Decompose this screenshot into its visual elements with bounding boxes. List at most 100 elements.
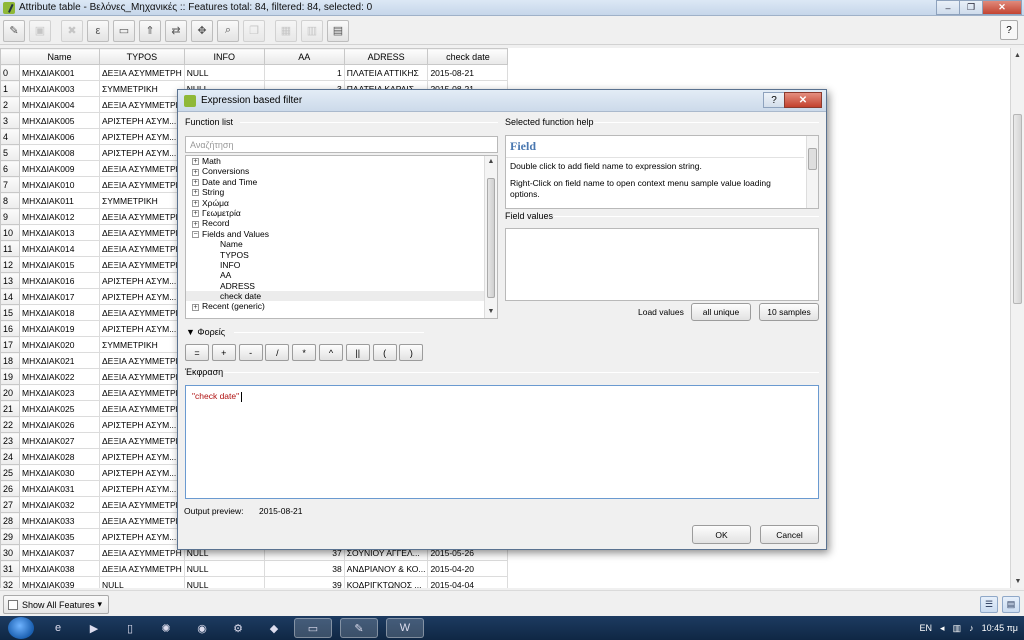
row-number[interactable]: 31 xyxy=(0,560,20,577)
cell-name[interactable]: ΜΗΧΔΙΑΚ028 xyxy=(19,448,100,465)
cell-typos[interactable]: ΔΕΞΙΑ ΑΣΥΜΜΕΤΡΗ xyxy=(99,432,185,449)
tree-field-item[interactable]: TYPOS xyxy=(186,250,497,260)
field-calculator-icon[interactable]: ▤ xyxy=(327,19,349,42)
cell-name[interactable]: ΜΗΧΔΙΑΚ013 xyxy=(19,224,100,241)
tree-group-item[interactable]: + Χρώμα xyxy=(186,198,497,208)
new-column-icon[interactable]: ▦ xyxy=(275,19,297,42)
row-number[interactable]: 32 xyxy=(0,576,20,588)
row-number[interactable]: 16 xyxy=(0,320,20,337)
operator-equals-button[interactable]: = xyxy=(185,344,209,361)
help-scrollbar[interactable] xyxy=(806,136,818,208)
tree-group-item[interactable]: + Γεωμετρία xyxy=(186,208,497,218)
show-all-features-button[interactable]: Show All Features ▾ xyxy=(3,595,110,614)
clock[interactable]: 10:45 πμ xyxy=(982,623,1018,633)
cell-name[interactable]: ΜΗΧΔΙΑΚ003 xyxy=(19,80,100,97)
row-number[interactable]: 17 xyxy=(0,336,20,353)
cell-check-date[interactable]: 2015-08-21 xyxy=(427,64,509,81)
cell-info[interactable]: NULL xyxy=(183,576,265,588)
cell-typos[interactable]: ΔΕΞΙΑ ΑΣΥΜΜΕΤΡΗ xyxy=(99,64,185,81)
scroll-down-arrow-icon[interactable]: ▼ xyxy=(1011,574,1024,588)
cell-name[interactable]: ΜΗΧΔΙΑΚ025 xyxy=(19,400,100,417)
row-number[interactable]: 22 xyxy=(0,416,20,433)
save-edits-icon[interactable]: ▣ xyxy=(29,19,51,42)
cell-typos[interactable]: ΑΡΙΣΤΕΡΗ ΑΣΥΜ... xyxy=(99,320,185,337)
collapse-icon[interactable]: − xyxy=(192,230,199,238)
row-number[interactable]: 25 xyxy=(0,464,20,481)
cell-typos[interactable]: ΔΕΞΙΑ ΑΣΥΜΜΕΤΡΗ xyxy=(99,400,185,417)
qgis-taskbar-icon[interactable]: ✎ xyxy=(340,618,378,638)
cell-name[interactable]: ΜΗΧΔΙΑΚ008 xyxy=(19,144,100,161)
cell-typos[interactable]: ΔΕΞΙΑ ΑΣΥΜΜΕΤΡΗ xyxy=(99,304,185,321)
cell-typos[interactable]: ΔΕΞΙΑ ΑΣΥΜΜΕΤΡΗ xyxy=(99,496,185,513)
delete-column-icon[interactable]: ▥ xyxy=(301,19,323,42)
cell-name[interactable]: ΜΗΧΔΙΑΚ012 xyxy=(19,208,100,225)
row-number[interactable]: 5 xyxy=(0,144,20,161)
row-number[interactable]: 1 xyxy=(0,80,20,97)
ten-samples-button[interactable]: 10 samples xyxy=(759,303,819,321)
tree-group-item[interactable]: + Recent (generic) xyxy=(186,301,497,311)
tree-group-item[interactable]: + Date and Time xyxy=(186,177,497,187)
row-number[interactable]: 2 xyxy=(0,96,20,113)
cell-typos[interactable]: ΣΥΜΜΕΤΡΙΚΗ xyxy=(99,336,185,353)
cell-typos[interactable]: ΔΕΞΙΑ ΑΣΥΜΜΕΤΡΗ xyxy=(99,368,185,385)
cell-name[interactable]: ΜΗΧΔΙΑΚ032 xyxy=(19,496,100,513)
start-button-icon[interactable] xyxy=(8,617,34,639)
cell-name[interactable]: ΜΗΧΔΙΑΚ011 xyxy=(19,192,100,209)
cell-typos[interactable]: ΣΥΜΜΕΤΡΙΚΗ xyxy=(99,192,185,209)
cell-name[interactable]: ΜΗΧΔΙΑΚ023 xyxy=(19,384,100,401)
gear-app-icon[interactable]: ⚙ xyxy=(226,618,250,638)
ok-button[interactable]: OK xyxy=(692,525,751,544)
tree-scroll-down-icon[interactable]: ▼ xyxy=(485,306,497,318)
tree-group-item[interactable]: + Record xyxy=(186,218,497,228)
cell-typos[interactable]: ΔΕΞΙΑ ΑΣΥΜΜΕΤΡΗ xyxy=(99,560,185,577)
cell-typos[interactable]: ΑΡΙΣΤΕΡΗ ΑΣΥΜ... xyxy=(99,448,185,465)
tree-field-item[interactable]: ADRESS xyxy=(186,281,497,291)
row-number[interactable]: 11 xyxy=(0,240,20,257)
row-number[interactable]: 12 xyxy=(0,256,20,273)
row-number[interactable]: 0 xyxy=(0,64,20,81)
help-button[interactable]: ? xyxy=(1000,20,1018,40)
cell-typos[interactable]: ΑΡΙΣΤΕΡΗ ΑΣΥΜ... xyxy=(99,464,185,481)
cell-typos[interactable]: ΔΕΞΙΑ ΑΣΥΜΜΕΤΡΗ xyxy=(99,176,185,193)
cell-typos[interactable]: ΑΡΙΣΤΕΡΗ ΑΣΥΜ... xyxy=(99,480,185,497)
close-button[interactable]: ✕ xyxy=(982,0,1022,15)
cell-name[interactable]: ΜΗΧΔΙΑΚ015 xyxy=(19,256,100,273)
cell-typos[interactable]: ΔΕΞΙΑ ΑΣΥΜΜΕΤΡΗ xyxy=(99,512,185,529)
operator-plus-button[interactable]: + xyxy=(211,344,236,361)
minimize-button[interactable]: – xyxy=(936,0,960,15)
pan-to-selection-icon[interactable]: ✥ xyxy=(191,19,213,42)
cell-adress[interactable]: ΚΟΔΡΙΓΚΤΩΝΟΣ ... xyxy=(343,576,429,588)
word-icon[interactable]: W xyxy=(386,618,424,638)
maximize-button[interactable]: ❐ xyxy=(959,0,983,15)
cell-typos[interactable]: ΔΕΞΙΑ ΑΣΥΜΜΕΤΡΗ xyxy=(99,224,185,241)
operator-close-paren-button[interactable]: ) xyxy=(399,344,424,361)
operators-label[interactable]: ▼ Φορείς xyxy=(186,327,225,337)
row-number[interactable]: 20 xyxy=(0,384,20,401)
cell-name[interactable]: ΜΗΧΔΙΑΚ021 xyxy=(19,352,100,369)
cell-aa[interactable]: 39 xyxy=(263,576,345,588)
cell-typos[interactable]: ΔΕΞΙΑ ΑΣΥΜΜΕΤΡΗ xyxy=(99,256,185,273)
function-search-input[interactable] xyxy=(185,136,498,153)
column-header-info[interactable]: INFO xyxy=(183,48,265,65)
table-row[interactable]: 32 ΜΗΧΔΙΑΚ039 NULL NULL 39 ΚΟΔΡΙΓΚΤΩΝΟΣ ... 20… xyxy=(0,576,509,588)
row-number[interactable]: 18 xyxy=(0,352,20,369)
copy-rows-icon[interactable]: ❐ xyxy=(243,19,265,42)
operator-multiply-button[interactable]: * xyxy=(292,344,317,361)
network-icon[interactable]: ▥ xyxy=(953,623,962,634)
cell-typos[interactable]: ΔΕΞΙΑ ΑΣΥΜΜΕΤΡΗ xyxy=(99,352,185,369)
row-number[interactable]: 21 xyxy=(0,400,20,417)
expand-icon[interactable]: + xyxy=(192,199,199,207)
row-number[interactable]: 6 xyxy=(0,160,20,177)
expand-icon[interactable]: + xyxy=(192,168,199,176)
cell-adress[interactable]: ΑΝΔΡΙΑΝΟΥ & ΚΟ... xyxy=(343,560,429,577)
cell-typos[interactable]: ΔΕΞΙΑ ΑΣΥΜΜΕΤΡΗ xyxy=(99,544,185,561)
row-number[interactable]: 23 xyxy=(0,432,20,449)
row-header-corner[interactable] xyxy=(0,48,20,65)
expand-icon[interactable]: + xyxy=(192,179,199,187)
column-header-adress[interactable]: ADRESS xyxy=(343,48,429,65)
volume-icon[interactable]: ♪ xyxy=(969,623,974,633)
row-number[interactable]: 30 xyxy=(0,544,20,561)
table-view-icon[interactable]: ☰ xyxy=(980,596,998,613)
cell-name[interactable]: ΜΗΧΔΙΑΚ027 xyxy=(19,432,100,449)
tree-field-item[interactable]: Name xyxy=(186,239,497,249)
